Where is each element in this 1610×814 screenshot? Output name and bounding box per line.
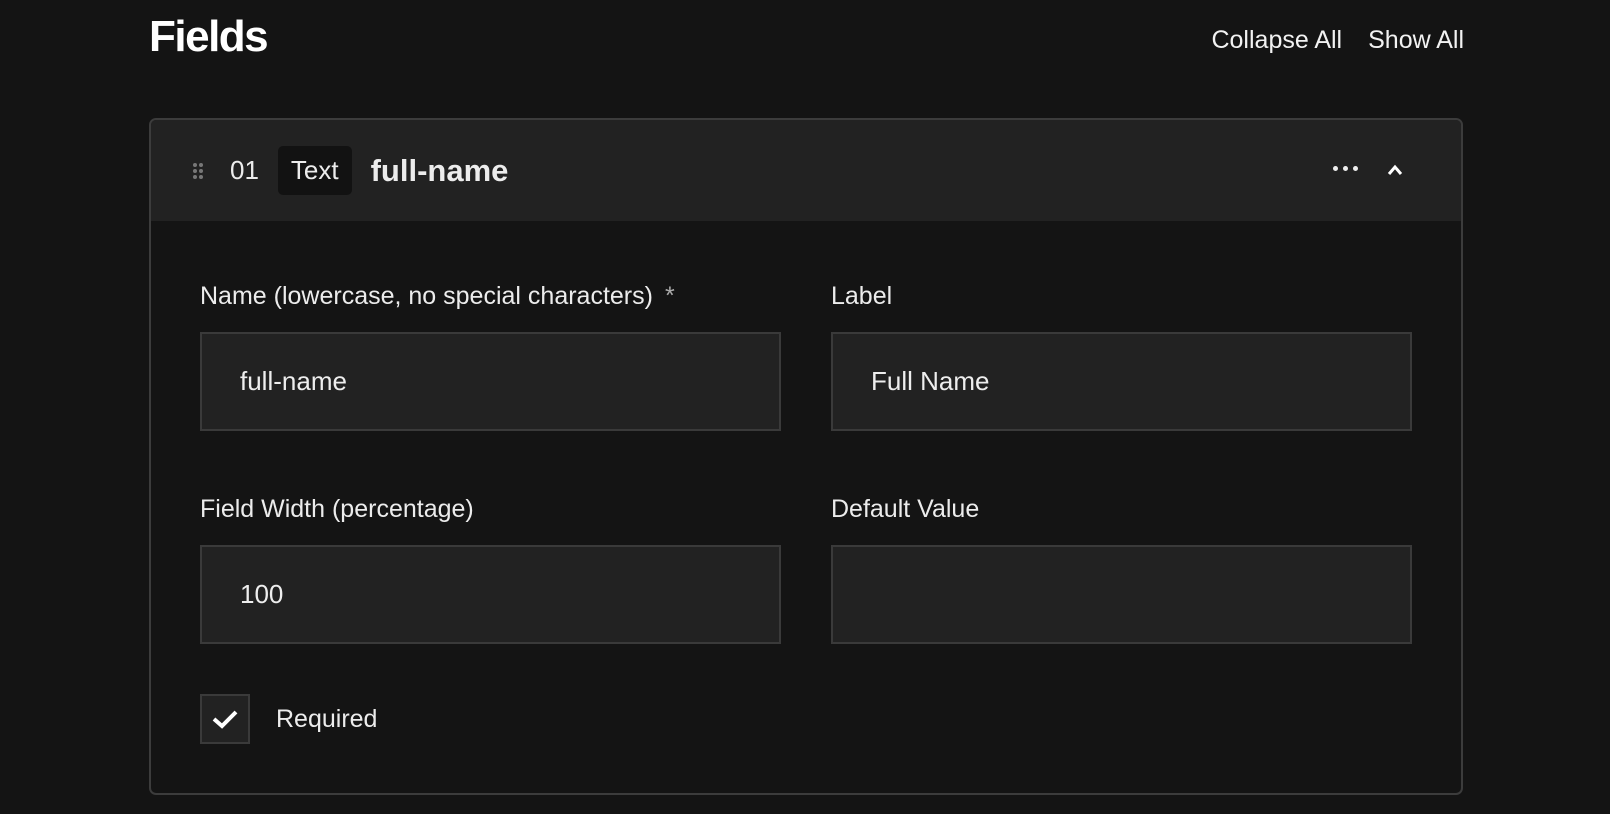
- name-label-text: Name (lowercase, no special characters): [200, 282, 653, 310]
- checkmark-icon: [212, 710, 238, 729]
- label-label: Label: [831, 282, 893, 310]
- label-input[interactable]: Full Name: [831, 332, 1412, 431]
- required-checkbox[interactable]: [200, 694, 250, 744]
- show-all-button[interactable]: Show All: [1368, 26, 1464, 55]
- page-title: Fields: [149, 12, 269, 61]
- field-index: 01: [230, 155, 259, 185]
- default-value-label: Default Value: [831, 495, 980, 523]
- required-label[interactable]: Required: [276, 705, 377, 734]
- required-marker: *: [664, 282, 675, 310]
- chevron-up-icon[interactable]: [1387, 162, 1403, 178]
- collapse-all-button[interactable]: Collapse All: [1211, 26, 1342, 55]
- name-label: Name (lowercase, no special characters) *: [200, 282, 675, 311]
- default-value-input[interactable]: [831, 545, 1412, 644]
- field-width-label: Field Width (percentage): [200, 495, 474, 523]
- more-options-icon[interactable]: [1333, 166, 1358, 171]
- toolbar: Collapse All Show All: [1211, 26, 1464, 55]
- drag-handle-icon[interactable]: [193, 162, 203, 179]
- name-input[interactable]: full-name: [200, 332, 781, 431]
- field-card-header[interactable]: 01 Text full-name: [151, 120, 1461, 221]
- field-card: 01 Text full-name Name (lowercase, no sp…: [149, 118, 1463, 795]
- field-type-badge: Text: [277, 146, 352, 195]
- field-name-heading: full-name: [370, 152, 509, 188]
- field-width-input[interactable]: 100: [200, 545, 781, 644]
